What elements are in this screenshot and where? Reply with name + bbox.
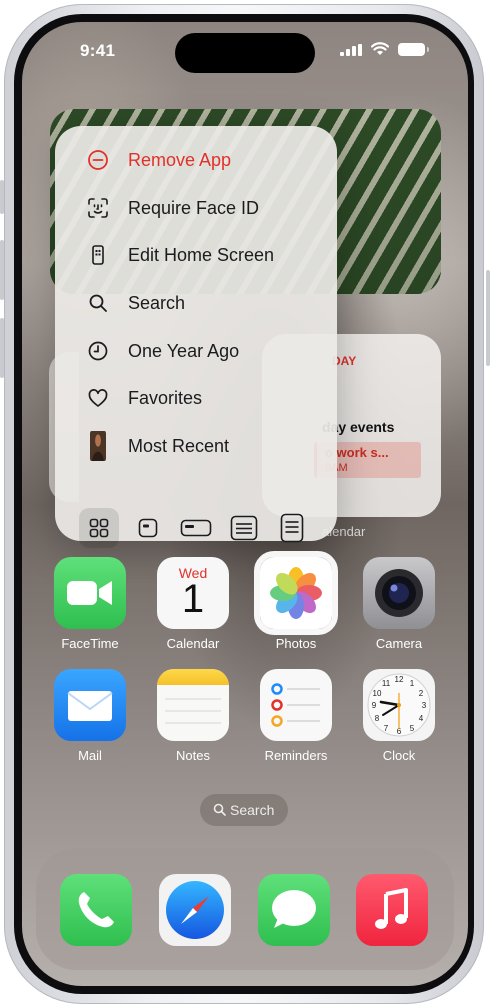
- menu-item-label: Require Face ID: [128, 198, 260, 218]
- menu-item-require-face-id[interactable]: Require Face ID: [55, 185, 337, 231]
- menu-item-edit-home-screen[interactable]: Edit Home Screen: [55, 232, 337, 278]
- dynamic-island: [175, 33, 315, 73]
- menu-item-label: Remove App: [128, 150, 232, 170]
- menu-item-most-recent[interactable]: Most Recent: [55, 423, 337, 469]
- calendar-day: 1: [181, 577, 205, 621]
- face-id-icon: [88, 198, 108, 218]
- wifi-icon: [371, 42, 389, 55]
- svg-text:8: 8: [375, 714, 380, 723]
- context-menu: Remove App Require Face ID Edit Home Scr…: [55, 126, 337, 548]
- search-icon: [213, 803, 226, 816]
- menu-item-favorites[interactable]: Favorites: [55, 375, 337, 421]
- phone-icon: [92, 245, 104, 265]
- app-label: Camera: [375, 636, 423, 651]
- svg-text:2: 2: [419, 689, 424, 698]
- app-calendar[interactable]: Wed 1 Calendar: [148, 557, 238, 651]
- magnifier-icon: [89, 294, 107, 312]
- app-label: FaceTime: [61, 636, 119, 651]
- app-label: Photos: [275, 636, 317, 651]
- svg-text:10: 10: [373, 689, 382, 698]
- photo-thumbnail: [90, 431, 106, 461]
- large-widget-icon: [230, 515, 258, 541]
- app-facetime[interactable]: FaceTime: [45, 557, 135, 651]
- svg-text:5: 5: [410, 724, 415, 733]
- clock-app-icon: 12 3 6 9 1245 7 8 10 11: [363, 669, 435, 741]
- extra-large-widget-icon: [280, 513, 304, 543]
- status-bar: 9:41: [22, 22, 468, 78]
- home-search-button[interactable]: Search: [200, 794, 288, 826]
- camera-icon: [363, 557, 435, 629]
- menu-item-label: Favorites: [128, 388, 203, 408]
- svg-text:1: 1: [410, 679, 415, 688]
- app-notes[interactable]: Notes: [148, 669, 238, 763]
- small-widget-icon: [138, 518, 158, 538]
- app-label: Clock: [382, 748, 416, 763]
- music-icon[interactable]: [356, 874, 428, 946]
- medium-widget-icon: [180, 519, 212, 537]
- photos-icon: [254, 551, 338, 635]
- svg-text:12: 12: [395, 675, 404, 684]
- app-camera[interactable]: Camera: [354, 557, 444, 651]
- app-clock[interactable]: 12 3 6 9 1245 7 8 10 11 Clock: [354, 669, 444, 763]
- size-large-button[interactable]: [224, 508, 264, 548]
- menu-item-search[interactable]: Search: [55, 280, 337, 326]
- menu-item-remove-app[interactable]: Remove App: [55, 137, 337, 183]
- reminders-icon: [260, 669, 332, 741]
- clock-icon: [88, 341, 108, 361]
- battery-icon: [398, 43, 429, 56]
- facetime-icon: [54, 557, 126, 629]
- dock: [36, 848, 454, 970]
- app-label: Mail: [78, 748, 102, 763]
- volume-down-button: [0, 318, 4, 378]
- home-screen: 9:41 DAY day events o work s... 0AM alen…: [22, 22, 468, 986]
- app-photos[interactable]: Photos: [251, 551, 341, 651]
- safari-icon[interactable]: [159, 874, 231, 946]
- signal-icon: [340, 44, 362, 56]
- side-button: [486, 270, 490, 366]
- mail-icon: [54, 669, 126, 741]
- svg-text:11: 11: [382, 679, 391, 688]
- app-label: Reminders: [264, 748, 328, 763]
- minus-circle-icon: [88, 150, 108, 170]
- size-small-button[interactable]: [128, 508, 168, 548]
- heart-icon: [88, 389, 108, 407]
- app-label: Calendar: [166, 636, 220, 651]
- menu-item-label: One Year Ago: [128, 341, 240, 361]
- svg-text:7: 7: [384, 724, 389, 733]
- action-button: [0, 180, 4, 214]
- size-medium-button[interactable]: [176, 508, 216, 548]
- menu-item-label: Most Recent: [128, 436, 230, 456]
- search-label: Search: [230, 802, 275, 818]
- menu-item-label: Search: [128, 293, 186, 313]
- app-reminders[interactable]: Reminders: [251, 669, 341, 763]
- size-extra-large-button[interactable]: [272, 508, 312, 548]
- widget-size-selector: [55, 508, 337, 559]
- status-time: 9:41: [80, 41, 116, 60]
- calendar-icon: Wed 1: [157, 557, 229, 629]
- svg-text:3: 3: [422, 701, 427, 710]
- notes-icon: [157, 669, 229, 741]
- grid-icon: [89, 518, 109, 538]
- messages-icon[interactable]: [258, 874, 330, 946]
- menu-item-label: Edit Home Screen: [128, 245, 275, 265]
- app-mail[interactable]: Mail: [45, 669, 135, 763]
- size-app-icon-button[interactable]: [79, 508, 119, 548]
- volume-up-button: [0, 240, 4, 300]
- menu-item-one-year-ago[interactable]: One Year Ago: [55, 328, 337, 374]
- phone-app-icon[interactable]: [60, 874, 132, 946]
- svg-text:4: 4: [419, 714, 424, 723]
- app-label: Notes: [176, 748, 210, 763]
- svg-text:9: 9: [372, 701, 377, 710]
